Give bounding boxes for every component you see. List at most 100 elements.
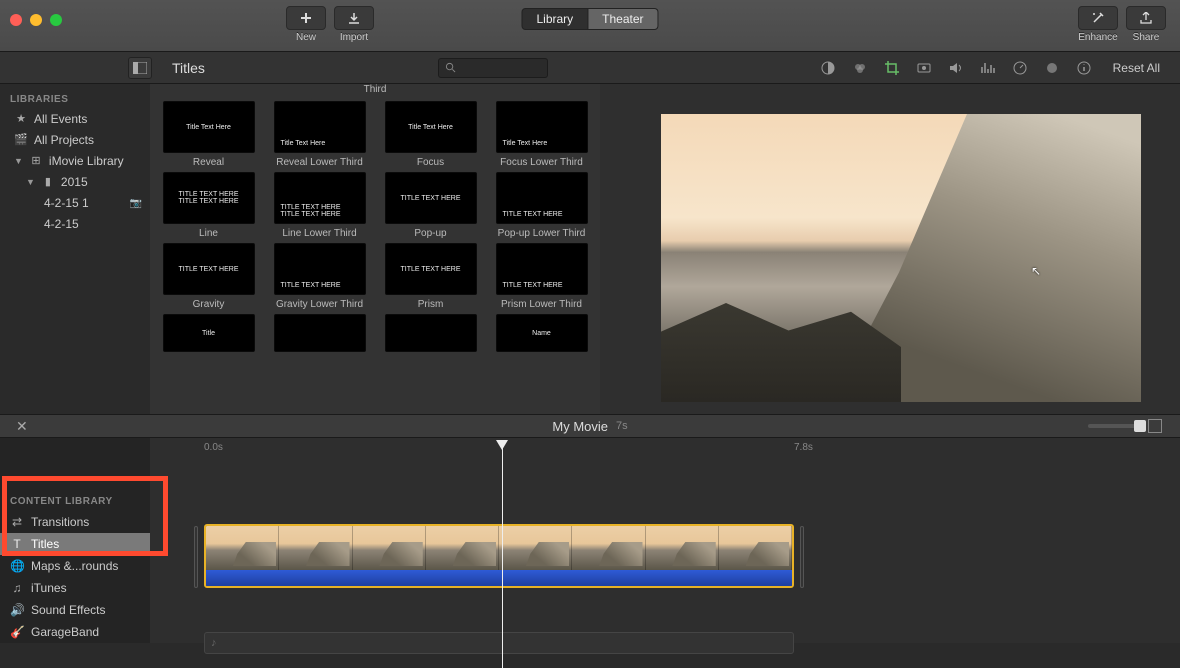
video-clip[interactable] — [204, 524, 794, 588]
color-correction-icon[interactable] — [851, 59, 869, 77]
reset-all-button[interactable]: Reset All — [1113, 61, 1160, 75]
audio-track[interactable]: ♪ — [204, 632, 794, 654]
content-item-titles[interactable]: TTitles — [0, 533, 150, 555]
transitions-icon: ⇄ — [10, 515, 24, 529]
sidebar-item-all-projects[interactable]: 🎬All Projects — [0, 130, 150, 151]
title-thumb: TITLE TEXT HERETITLE TEXT HERE — [163, 172, 255, 224]
content-item-itunes[interactable]: ♫iTunes — [0, 577, 150, 599]
preview-canvas[interactable]: ↖ — [661, 114, 1141, 402]
content-item-label: Sound Effects — [31, 603, 106, 617]
title-tile-label: Prism — [418, 299, 444, 310]
new-button-label: New — [296, 32, 316, 43]
speed-icon[interactable] — [1011, 59, 1029, 77]
title-tile-label: Gravity Lower Third — [276, 299, 363, 310]
title-thumb — [385, 314, 477, 352]
title-tile[interactable]: TITLE TEXT HERETITLE TEXT HERELine — [158, 172, 259, 239]
title-tile-label: Reveal Lower Third — [276, 157, 363, 168]
noise-eq-icon[interactable] — [979, 59, 997, 77]
zoom-window-button[interactable] — [50, 14, 62, 26]
title-thumb: TITLE TEXT HERE — [496, 172, 588, 224]
theater-tab[interactable]: Theater — [588, 8, 658, 30]
minimize-window-button[interactable] — [30, 14, 42, 26]
info-icon[interactable] — [1075, 59, 1093, 77]
disclosure-icon[interactable]: ▼ — [26, 175, 35, 190]
title-tile[interactable]: Title — [158, 314, 259, 352]
title-tile[interactable]: Title Text HereFocus — [380, 101, 481, 168]
content-item-label: Transitions — [31, 515, 89, 529]
browser-title: Titles — [172, 60, 432, 76]
window-titlebar: New Import Library Theater Enhance Share — [0, 0, 1180, 52]
title-tile[interactable] — [269, 314, 370, 352]
content-item-garageband[interactable]: 🎸GarageBand — [0, 621, 150, 643]
sidebar-item-event-2[interactable]: 4-2-15 — [0, 214, 150, 235]
project-duration: 7s — [616, 420, 628, 432]
title-tile[interactable]: TITLE TEXT HERE Gravity Lower Third — [269, 243, 370, 310]
title-tile-label: Prism Lower Third — [501, 299, 582, 310]
preview-viewer: ↖ — [600, 84, 1180, 414]
toggle-sidebar-button[interactable] — [128, 57, 152, 79]
content-item-sound-effects[interactable]: 🔊Sound Effects — [0, 599, 150, 621]
clip-edge-left[interactable] — [194, 526, 198, 588]
sidebar-item-all-events[interactable]: ★All Events — [0, 109, 150, 130]
title-tile[interactable]: TITLE TEXT HERETITLE TEXT HERELine Lower… — [269, 172, 370, 239]
title-tile[interactable]: TITLE TEXT HEREPop-up — [380, 172, 481, 239]
color-balance-icon[interactable] — [819, 59, 837, 77]
zoom-slider[interactable] — [1088, 424, 1142, 428]
title-thumb: TITLE TEXT HERE — [496, 243, 588, 295]
title-tile[interactable]: Name — [491, 314, 592, 352]
window-controls — [10, 14, 62, 26]
title-tile-label: Gravity — [193, 299, 225, 310]
titles-icon: T — [10, 537, 24, 551]
library-tab[interactable]: Library — [521, 8, 588, 30]
stabilization-icon[interactable] — [915, 59, 933, 77]
zoom-thumb[interactable] — [1134, 420, 1146, 432]
disclosure-icon[interactable]: ▼ — [14, 154, 23, 169]
video-effect-icon[interactable] — [1043, 59, 1061, 77]
content-library-sidebar: CONTENT LIBRARY ⇄Transitions TTitles 🌐Ma… — [0, 438, 150, 643]
project-title-label: My Movie — [552, 419, 608, 434]
title-tile[interactable]: TITLE TEXT HEREPrism — [380, 243, 481, 310]
title-tile-label: Pop-up Lower Third — [498, 228, 586, 239]
sidebar-item-label: iMovie Library — [49, 154, 124, 169]
clip-edge-right[interactable] — [800, 526, 804, 588]
share-button-label: Share — [1133, 32, 1160, 43]
title-tile-label: Pop-up — [414, 228, 446, 239]
title-tile[interactable]: Title Text HereFocus Lower Third — [491, 101, 592, 168]
library-icon: ⊞ — [29, 154, 43, 169]
sidebar-item-imovie-library[interactable]: ▼ ⊞ iMovie Library — [0, 151, 150, 172]
crop-icon[interactable] — [883, 59, 901, 77]
sidebar-item-label: 2015 — [61, 175, 88, 190]
project-title: My Movie 7s — [552, 419, 627, 434]
content-item-label: iTunes — [31, 581, 67, 595]
close-window-button[interactable] — [10, 14, 22, 26]
volume-icon[interactable] — [947, 59, 965, 77]
enhance-button[interactable] — [1078, 6, 1118, 30]
title-tile[interactable]: TITLE TEXT HERE Prism Lower Third — [491, 243, 592, 310]
title-tile[interactable] — [380, 314, 481, 352]
clip-settings-icon[interactable] — [1148, 419, 1162, 433]
share-button[interactable] — [1126, 6, 1166, 30]
title-tile[interactable]: Title Text HereReveal — [158, 101, 259, 168]
title-tile[interactable]: TITLE TEXT HERE Pop-up Lower Third — [491, 172, 592, 239]
content-item-maps[interactable]: 🌐Maps &...rounds — [0, 555, 150, 577]
title-tile[interactable]: TITLE TEXT HERE Gravity — [158, 243, 259, 310]
timeline-track-area[interactable]: 0.0s 7.8s ♪ — [150, 438, 1180, 643]
sidebar-item-event-1[interactable]: 4-2-15 1📷 — [0, 193, 150, 214]
title-tile-label: Line Lower Third — [282, 228, 356, 239]
title-thumb: TITLE TEXT HERE — [274, 243, 366, 295]
content-item-transitions[interactable]: ⇄ Transitions — [0, 511, 150, 533]
title-thumb: TITLE TEXT HERE — [163, 243, 255, 295]
title-tile[interactable]: Title Text HereReveal Lower Third — [269, 101, 370, 168]
star-icon: ★ — [14, 112, 28, 127]
title-thumb: Name — [496, 314, 588, 352]
title-tile-label: Focus Lower Third — [500, 157, 583, 168]
playhead-line — [502, 448, 503, 668]
search-input[interactable] — [438, 58, 548, 78]
sidebar-item-2015[interactable]: ▼▮2015 — [0, 172, 150, 193]
import-button[interactable] — [334, 6, 374, 30]
libraries-header: LIBRARIES — [0, 90, 150, 109]
close-project-button[interactable]: ✕ — [16, 418, 28, 435]
camera-icon: 📷 — [130, 196, 142, 211]
new-button[interactable] — [286, 6, 326, 30]
search-icon — [445, 62, 456, 73]
